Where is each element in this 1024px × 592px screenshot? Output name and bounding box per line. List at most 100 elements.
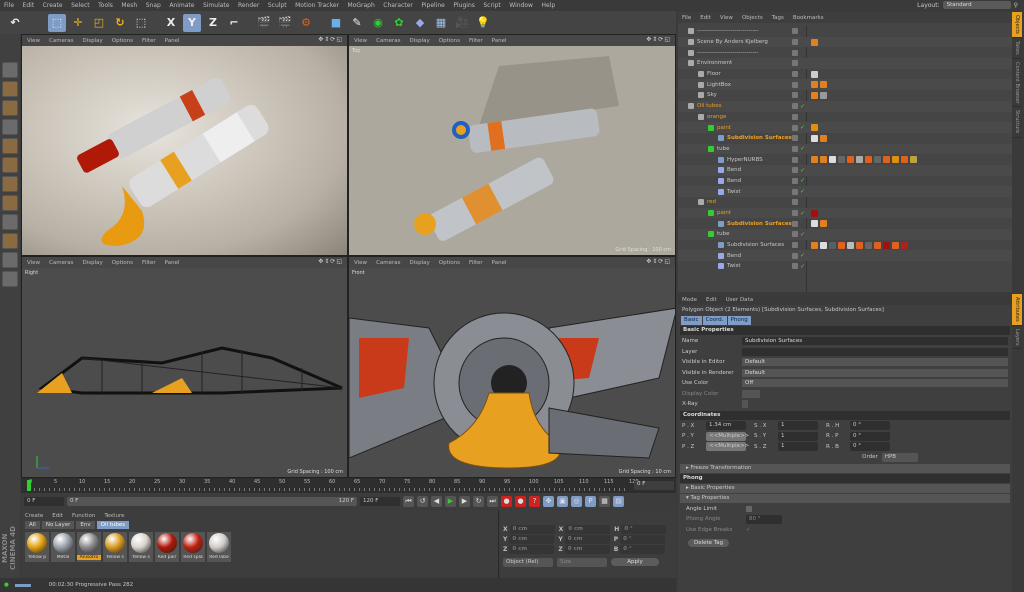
menu-render[interactable]: Render [238,2,259,9]
visibility-toggle[interactable] [792,231,798,238]
dock-tab-layers[interactable]: Layers [1012,326,1022,350]
tag-icon[interactable] [811,209,818,217]
tag-icon[interactable] [811,70,818,78]
field-value[interactable] [742,347,1008,356]
visibility-toggle[interactable] [792,220,798,227]
live-selection-icon[interactable]: ⬚ [48,13,66,32]
render-picture-viewer-icon[interactable]: 🎬 [276,14,294,32]
key-scale-icon[interactable]: ▣ [557,495,568,507]
tag-icon[interactable] [820,156,827,164]
phong-basic-section[interactable]: ▸ Basic Properties [680,483,1010,493]
enabled-check-icon[interactable]: ✓ [800,210,805,217]
array-icon[interactable]: ✿ [390,14,408,32]
z-axis-icon[interactable]: Z [204,14,222,32]
menu-edit[interactable]: Edit [23,2,35,9]
last-tool-icon[interactable]: ⬚ [132,14,150,32]
dock-tab-objects[interactable]: Objects [1012,12,1022,38]
object-menu-file[interactable]: File [682,15,691,21]
menu-create[interactable]: Create [43,2,63,9]
tag-icon[interactable] [856,241,863,249]
visibility-toggle[interactable] [792,71,798,78]
visibility-toggle[interactable] [792,177,798,184]
locked-workplane-icon[interactable] [2,252,18,268]
coord-pos-field[interactable]: 0 cm [509,524,555,534]
object-name[interactable]: ------------------------------- [697,50,759,56]
object-name[interactable]: red [707,199,716,205]
attribute-menu-edit[interactable]: Edit [706,297,717,303]
tag-icon[interactable] [901,241,908,249]
coord-field[interactable]: 1 [778,421,818,431]
object-row[interactable]: orange [678,112,1012,123]
deformer-icon[interactable]: ◆ [411,14,429,32]
viewport-menu-filter[interactable]: Filter [142,260,156,266]
go-to-start-icon[interactable]: ⏮ [403,495,414,507]
model-mode-icon[interactable] [2,81,18,97]
coordinate-system-icon[interactable]: ⌐ [225,14,243,32]
next-frame-icon[interactable]: ▶ [459,495,470,507]
visibility-toggle[interactable] [792,263,798,270]
tag-icon[interactable] [811,124,818,132]
field-value[interactable] [742,400,748,409]
object-row[interactable]: HyperNURBS [678,154,1012,165]
enabled-check-icon[interactable]: ✓ [800,188,805,195]
tag-icon[interactable] [847,156,854,164]
material-menu-create[interactable]: Create [25,513,43,519]
object-row[interactable]: paint ✓ [678,207,1012,219]
tag-icon[interactable] [838,156,845,164]
coord-size-field[interactable]: 0 cm [564,544,610,554]
tag-icon[interactable] [856,156,863,164]
tag-icon[interactable] [829,241,836,249]
visibility-toggle[interactable] [792,167,798,174]
angle-limit-checkbox[interactable] [746,505,752,512]
material-swatch[interactable]: Yellow s [103,532,127,562]
coord-rot-field[interactable]: 0 ° [620,544,666,554]
timeline-scheme-icon[interactable]: ▤ [613,495,624,507]
material-swatch[interactable]: Red pair [155,532,179,562]
render-view-icon[interactable]: 🎬 [255,14,273,32]
coord-field[interactable]: <<Multiple>> [706,431,749,441]
tag-icon[interactable] [892,156,899,164]
y-axis-icon[interactable]: Y [183,13,201,32]
edge-breaks-checkbox[interactable]: ✓ [746,527,751,533]
layout-dropdown[interactable]: Standard [942,1,1011,9]
object-row[interactable]: tube ✓ [678,229,1012,240]
coord-pos-field[interactable]: 0 cm [509,534,555,544]
subdivision-icon[interactable]: ◉ [369,14,387,32]
scale-icon[interactable]: ◰ [90,14,108,32]
menu-simulate[interactable]: Simulate [203,2,230,9]
attribute-tab-coord[interactable]: Coord. [702,316,727,325]
enabled-check-icon[interactable]: ✓ [800,103,805,110]
material-menu-texture[interactable]: Texture [104,513,124,519]
coord-rot-field[interactable]: 0 ° [621,524,667,534]
material-tab-env[interactable]: Env [76,521,95,529]
undo-icon[interactable]: ↶ [6,14,24,32]
menu-script[interactable]: Script [483,2,500,9]
key-rotation-icon[interactable]: ◎ [571,495,582,507]
phong-angle-field[interactable]: 80 ° [746,514,782,524]
menu-help[interactable]: Help [541,2,555,9]
object-name[interactable]: Scene By Anders Kjelberg [697,39,768,45]
tag-icon[interactable] [811,38,818,46]
object-name[interactable]: Bend [727,167,741,173]
make-editable-icon[interactable] [2,62,18,78]
viewport-menu-options[interactable]: Options [112,38,133,44]
timeline-ruler[interactable]: 0510152025303540455055606570758085909510… [21,478,676,493]
object-name[interactable]: Oil tubes [697,103,722,109]
object-row[interactable]: Subdivision Surfaces [678,240,1012,251]
start-frame-field[interactable]: 0 F [24,496,64,506]
solo-icon[interactable] [2,271,18,287]
key-pla-icon[interactable]: ▦ [599,495,610,507]
object-row[interactable]: paint ✓ [678,122,1012,133]
visibility-toggle[interactable] [792,81,798,88]
object-name[interactable]: Sky [707,92,717,98]
coord-field[interactable]: 1 [778,431,818,441]
delete-tag-button[interactable]: Delete Tag [688,539,730,547]
range-slider[interactable]: 0 F 120 F [67,496,357,506]
keyframe-selection-icon[interactable]: ? [529,495,540,507]
viewport-menu-view[interactable]: View [27,260,40,266]
dock-tab-content-browser[interactable]: Content Browser [1012,59,1022,108]
material-swatch[interactable]: Anisotro [77,532,101,562]
viewport-menu-filter[interactable]: Filter [142,38,156,44]
order-dropdown[interactable]: HPB [881,452,918,462]
material-tab-all[interactable]: All [25,521,40,529]
